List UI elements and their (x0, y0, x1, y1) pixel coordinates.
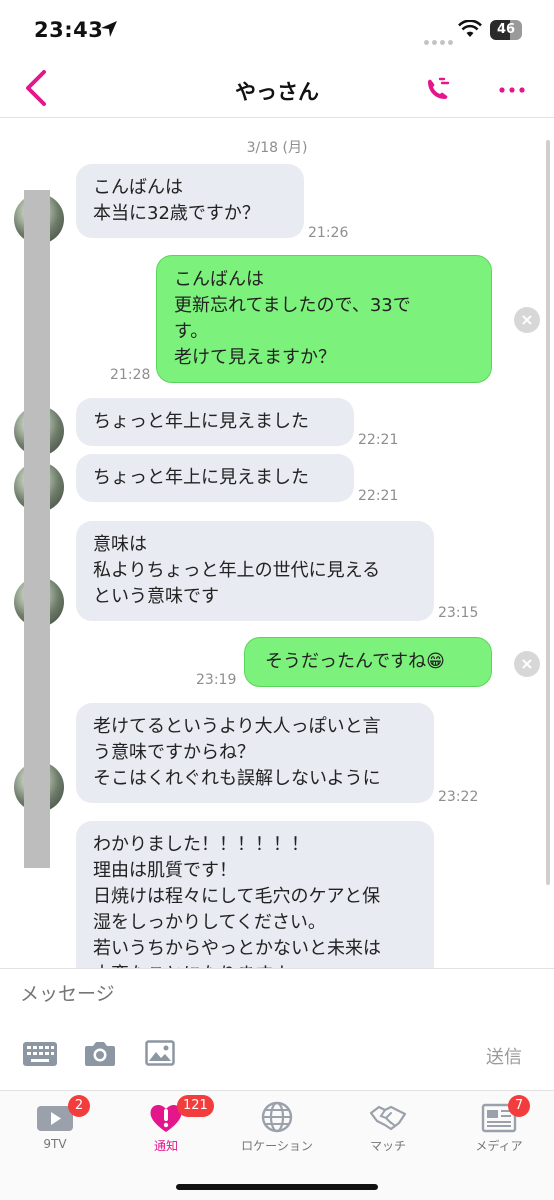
message-timestamp: 23:15 (438, 605, 479, 621)
camera-icon[interactable] (84, 1039, 116, 1067)
more-options-icon[interactable] (498, 80, 526, 100)
message-composer: 送信 (0, 968, 554, 1090)
message-timestamp: 23:22 (438, 789, 479, 805)
incoming-message[interactable]: 老けてるというより大人っぽいと言 う意味ですからね？ そこはくれぐれも誤解しない… (76, 703, 434, 803)
incoming-message[interactable]: 意味は 私よりちょっと年上の世代に見える という意味です (76, 521, 434, 621)
handshake-icon (369, 1105, 407, 1131)
message-timestamp: 21:26 (308, 225, 349, 241)
tab-label: 9TV (43, 1137, 67, 1151)
message-timestamp: 22:21 (358, 432, 399, 448)
incoming-message[interactable]: わかりました！！！！！！ 理由は肌質です！ 日焼けは程々にして毛穴のケアと保 湿… (76, 821, 434, 968)
tab-label: ロケーション (241, 1139, 313, 1153)
keyboard-icon[interactable] (22, 1041, 58, 1067)
scrollbar[interactable] (546, 140, 550, 885)
chat-header: やっさん (0, 60, 554, 118)
delete-message-icon[interactable]: × (514, 651, 540, 677)
battery-icon: 46 (490, 20, 522, 40)
tab-9tv[interactable]: 2 9TV (0, 1091, 110, 1161)
message-timestamp: 22:21 (358, 488, 399, 504)
outgoing-message[interactable]: こんばんは 更新忘れてましたので、33で す。 老けて見えますか？ (156, 255, 492, 383)
location-arrow-icon (101, 21, 117, 37)
tab-match[interactable]: マッチ (333, 1091, 443, 1161)
date-separator: 3/18 (月) (246, 140, 308, 156)
wifi-icon (458, 20, 482, 37)
status-bar: 23:43 46 (0, 0, 554, 60)
notification-badge: 2 (68, 1095, 90, 1117)
signal-dots-icon (424, 30, 456, 49)
tab-notifications[interactable]: 121 通知 (111, 1091, 221, 1161)
incoming-message[interactable]: こんばんは 本当に32歳ですか？ (76, 164, 304, 238)
message-timestamp: 21:28 (110, 367, 151, 383)
image-icon[interactable] (145, 1040, 175, 1066)
redaction-bar (24, 190, 50, 868)
message-list[interactable]: 3/18 (月) こんばんは 本当に32歳ですか？ 21:26 21:28 こん… (0, 119, 554, 968)
tab-label: 通知 (153, 1139, 178, 1153)
globe-icon (261, 1101, 293, 1133)
tab-label: メディア (475, 1139, 523, 1153)
tab-label: マッチ (369, 1139, 406, 1153)
send-button[interactable]: 送信 (486, 1043, 522, 1069)
tab-media[interactable]: 7 メディア (444, 1091, 554, 1161)
message-input[interactable] (20, 983, 440, 1005)
incoming-message[interactable]: ちょっと年上に見えました (76, 454, 354, 502)
outgoing-message[interactable]: そうだったんですね😁 (244, 637, 492, 687)
home-indicator[interactable] (176, 1184, 378, 1190)
notification-badge: 7 (508, 1095, 530, 1117)
status-time: 23:43 (34, 18, 104, 42)
phone-call-icon[interactable] (422, 74, 454, 106)
tab-location[interactable]: ロケーション (222, 1091, 332, 1161)
message-timestamp: 23:19 (196, 672, 237, 688)
chat-partner-name: やっさん (235, 80, 319, 104)
incoming-message[interactable]: ちょっと年上に見えました (76, 398, 354, 446)
notification-badge: 121 (177, 1095, 214, 1117)
delete-message-icon[interactable]: × (514, 307, 540, 333)
